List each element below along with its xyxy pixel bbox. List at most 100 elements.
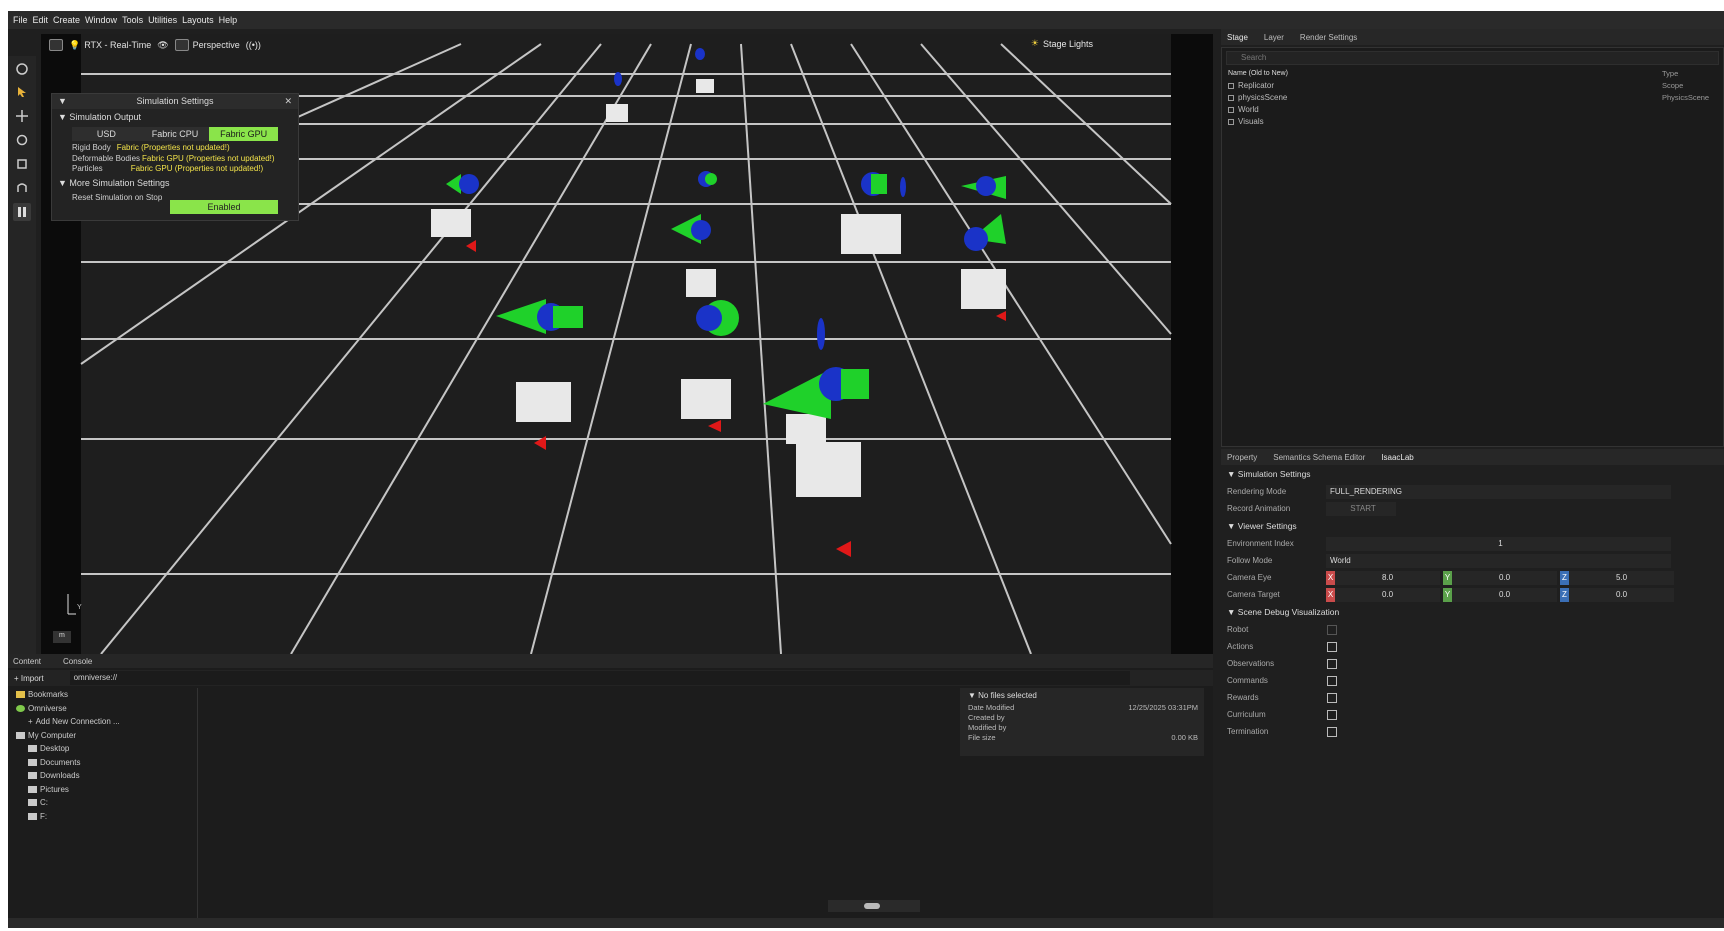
settings-icon[interactable]: [49, 39, 63, 51]
menu-utilities[interactable]: Utilities: [148, 15, 177, 25]
debug-curriculum-checkbox[interactable]: [1327, 709, 1337, 720]
stage-item-world[interactable]: World: [1222, 104, 1723, 116]
debug-termination-checkbox[interactable]: [1327, 726, 1337, 737]
slider-handle[interactable]: [864, 903, 880, 909]
tab-property[interactable]: Property: [1227, 453, 1257, 462]
tab-stage[interactable]: Stage: [1227, 33, 1248, 42]
file-tree-item[interactable]: + Add New Connection ...: [8, 715, 197, 729]
camera-button[interactable]: Perspective: [174, 39, 240, 51]
record-row: Record Animation START: [1221, 500, 1724, 517]
mode-fabric-gpu-button[interactable]: Fabric GPU: [209, 127, 279, 141]
collapse-triangle-icon[interactable]: ▼: [58, 94, 67, 109]
file-tree-item[interactable]: C:: [8, 796, 197, 810]
menu-edit[interactable]: Edit: [33, 15, 49, 25]
render-mode-button[interactable]: 💡 RTX - Real-Time: [69, 40, 151, 51]
stage-search-input[interactable]: Search: [1226, 51, 1719, 65]
pause-icon[interactable]: [13, 203, 31, 221]
debug-label: Robot: [1227, 625, 1249, 634]
details-row: Date Modified 12/25/2025 03:31PM: [960, 703, 1204, 713]
sim-row: Rigid Body Fabric (Properties not updated…: [52, 143, 298, 154]
snap-icon[interactable]: [13, 179, 31, 197]
scene-debug-section[interactable]: ▼ Scene Debug Visualization: [1221, 603, 1724, 621]
debug-label: Commands: [1227, 676, 1268, 685]
expand-icon[interactable]: [1228, 83, 1234, 89]
file-tree-item[interactable]: Desktop: [8, 742, 197, 756]
reset-enabled-toggle[interactable]: Enabled: [170, 200, 278, 214]
tab-isaaclab[interactable]: IsaacLab: [1381, 453, 1413, 462]
menu-bar: File Edit Create Window Tools Utilities …: [8, 11, 1724, 29]
expand-icon[interactable]: [1228, 107, 1234, 113]
stage-item-visuals[interactable]: Visuals: [1222, 116, 1723, 128]
file-tree-item[interactable]: Omniverse: [8, 702, 197, 716]
tab-render-settings[interactable]: Render Settings: [1300, 33, 1357, 42]
menu-layouts[interactable]: Layouts: [182, 15, 214, 25]
debug-curriculum-row: Curriculum: [1221, 706, 1724, 723]
tab-semantics-schema-editor[interactable]: Semantics Schema Editor: [1273, 453, 1365, 462]
scale-icon[interactable]: [13, 155, 31, 173]
debug-label: Rewards: [1227, 693, 1259, 702]
file-tree-item[interactable]: F:: [8, 810, 197, 824]
col-type-header[interactable]: Type: [1662, 68, 1678, 80]
menu-create[interactable]: Create: [53, 15, 80, 25]
follow-mode-select[interactable]: World: [1326, 553, 1671, 568]
record-start-button[interactable]: START: [1326, 501, 1396, 516]
visibility-button[interactable]: 👁: [157, 40, 168, 51]
debug-commands-checkbox[interactable]: [1327, 675, 1337, 686]
tab-layer[interactable]: Layer: [1264, 33, 1284, 42]
expand-icon[interactable]: [1228, 119, 1234, 125]
camera-eye-row: Camera Eye X 8.0 Y 0.0 Z 5.0: [1221, 569, 1724, 586]
stage-tabs: Stage Layer Render Settings: [1221, 29, 1724, 45]
path-input[interactable]: omniverse://: [69, 671, 1130, 685]
stage-item-label: physicsScene: [1238, 93, 1288, 102]
file-tree-label: Documents: [40, 757, 81, 767]
stage-item-replicator[interactable]: Replicator Scope: [1222, 80, 1723, 92]
close-icon[interactable]: ✕: [284, 94, 292, 109]
rotate-icon[interactable]: [13, 131, 31, 149]
debug-rewards-checkbox[interactable]: [1327, 692, 1337, 703]
content-panel: Content Console + Import omniverse:// Bo…: [8, 654, 1213, 926]
menu-file[interactable]: File: [13, 15, 28, 25]
file-tree-item[interactable]: Bookmarks: [8, 688, 197, 702]
menu-window[interactable]: Window: [85, 15, 117, 25]
debug-actions-checkbox[interactable]: [1327, 641, 1337, 652]
tab-content[interactable]: Content: [13, 657, 41, 666]
expand-icon[interactable]: [1228, 95, 1234, 101]
mode-fabric-cpu-button[interactable]: Fabric CPU: [140, 127, 210, 141]
viewer-settings-section[interactable]: ▼ Viewer Settings: [1221, 517, 1724, 535]
move-icon[interactable]: [13, 107, 31, 125]
import-button[interactable]: + Import: [8, 674, 50, 683]
audio-button[interactable]: ((•)): [246, 40, 261, 50]
camera-target-x-field[interactable]: X 0.0: [1326, 587, 1440, 602]
stage-lights-button[interactable]: ☀ Stage Lights: [1031, 38, 1093, 49]
camera-target-z: 0.0: [1615, 590, 1628, 599]
thumbnail-size-slider[interactable]: [828, 900, 920, 912]
sim-panel-title-bar: ▼ Simulation Settings ✕: [52, 94, 298, 109]
menu-tools[interactable]: Tools: [122, 15, 143, 25]
file-tree-item[interactable]: My Computer: [8, 729, 197, 743]
tab-console[interactable]: Console: [63, 657, 92, 666]
camera-target-x: 0.0: [1381, 590, 1394, 599]
select-arrow-icon[interactable]: [13, 83, 31, 101]
sim-output-section[interactable]: ▼ Simulation Output: [52, 109, 298, 125]
camera-eye-z-field[interactable]: Z 5.0: [1560, 570, 1674, 585]
camera-eye-y-field[interactable]: Y 0.0: [1443, 570, 1557, 585]
stage-item-physicsscene[interactable]: physicsScene PhysicsScene: [1222, 92, 1723, 104]
debug-observations-checkbox[interactable]: [1327, 658, 1337, 669]
menu-help[interactable]: Help: [219, 15, 238, 25]
camera-target-z-field[interactable]: Z 0.0: [1560, 587, 1674, 602]
file-tree-item[interactable]: Documents: [8, 756, 197, 770]
camera-target-y-field[interactable]: Y 0.0: [1443, 587, 1557, 602]
follow-mode-row: Follow Mode World: [1221, 552, 1724, 569]
more-sim-section[interactable]: ▼ More Simulation Settings: [52, 175, 298, 191]
camera-eye-x-field[interactable]: X 8.0: [1326, 570, 1440, 585]
file-tree-item[interactable]: Pictures: [8, 783, 197, 797]
debug-rewards-row: Rewards: [1221, 689, 1724, 706]
debug-robot-checkbox[interactable]: [1327, 624, 1337, 635]
col-name-header[interactable]: Name (Old to New): [1228, 68, 1288, 80]
file-tree-item[interactable]: Downloads: [8, 769, 197, 783]
mode-usd-button[interactable]: USD: [72, 127, 141, 141]
rendering-mode-select[interactable]: FULL_RENDERING: [1326, 484, 1671, 499]
camera-tool-icon[interactable]: [13, 60, 31, 78]
sim-settings-section[interactable]: ▼ Simulation Settings: [1221, 465, 1724, 483]
env-index-field[interactable]: 1: [1326, 536, 1671, 551]
